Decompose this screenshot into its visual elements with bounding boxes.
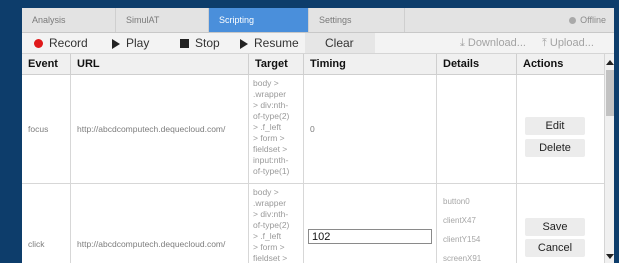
event-cell: focus	[22, 75, 71, 183]
download-icon: ⤓	[460, 37, 465, 50]
stop-label: Stop	[195, 36, 220, 50]
event-value: click	[28, 239, 45, 249]
url-value: http://abcdcomputech.dequecloud.com/	[77, 124, 226, 134]
details-cell	[437, 75, 517, 183]
stop-icon	[180, 39, 189, 49]
toolbar: Record Play Stop Resume Clear ⤓ Download.…	[22, 33, 614, 54]
record-button[interactable]: Record	[34, 33, 88, 53]
upload-label: Upload...	[549, 37, 594, 49]
download-label: Download...	[467, 37, 526, 49]
play-label: Play	[126, 36, 150, 50]
scroll-up-icon[interactable]	[606, 60, 614, 65]
tab-scripting[interactable]: Scripting	[209, 8, 309, 32]
tab-analysis[interactable]: Analysis	[22, 8, 116, 32]
download-button[interactable]: ⤓ Download...	[460, 33, 526, 53]
url-value: http://abcdcomputech.dequecloud.com/	[77, 239, 226, 249]
detail-button: button0	[443, 197, 470, 206]
col-actions: Actions	[523, 58, 564, 70]
record-icon	[34, 39, 43, 49]
table-row: click http://abcdcomputech.dequecloud.co…	[22, 184, 604, 263]
delete-button[interactable]: Delete	[525, 139, 585, 157]
recorder-panel: Analysis SimulAT Scripting Settings Offl…	[22, 8, 614, 263]
url-cell: http://abcdcomputech.dequecloud.com/	[71, 75, 249, 183]
offline-status: Offline	[569, 8, 606, 32]
event-cell: click	[22, 184, 71, 263]
detail-clienty: clientY154	[443, 235, 481, 244]
status-dot-icon	[569, 17, 577, 24]
actions-cell: Save Cancel	[517, 184, 604, 263]
actions-cell: Edit Delete	[517, 75, 604, 183]
tab-settings[interactable]: Settings	[309, 8, 405, 32]
timing-input[interactable]	[308, 229, 432, 244]
details-cell: button0 clientX47 clientY154 screenX91	[437, 184, 517, 263]
tab-simulat[interactable]: SimulAT	[116, 8, 209, 32]
resume-label: Resume	[254, 36, 299, 50]
tab-bar: Analysis SimulAT Scripting Settings Offl…	[22, 8, 614, 33]
target-cell: body > .wrapper > div:nth- of-type(2) > …	[249, 184, 304, 263]
play-icon	[112, 38, 120, 49]
clear-button[interactable]: Clear	[305, 33, 375, 53]
timing-value: 0	[310, 124, 315, 134]
save-button[interactable]: Save	[525, 218, 585, 236]
url-cell: http://abcdcomputech.dequecloud.com/	[71, 184, 249, 263]
stop-button[interactable]: Stop	[180, 33, 220, 53]
col-target: Target	[249, 54, 304, 74]
status-label: Offline	[580, 15, 606, 25]
upload-button[interactable]: ⤒ Upload...	[542, 33, 594, 53]
col-event: Event	[22, 54, 71, 74]
table-header: Event URL Target Timing Details Actions	[22, 54, 604, 75]
col-details: Details	[437, 54, 517, 74]
cancel-button[interactable]: Cancel	[525, 239, 585, 257]
edit-button[interactable]: Edit	[525, 117, 585, 135]
col-timing: Timing	[304, 54, 437, 74]
col-url: URL	[71, 54, 249, 74]
target-cell: body > .wrapper > div:nth- of-type(2) > …	[249, 75, 304, 183]
timing-cell: 0	[304, 75, 437, 183]
resume-button[interactable]: Resume	[240, 33, 299, 53]
detail-clientx: clientX47	[443, 216, 476, 225]
event-value: focus	[28, 124, 49, 134]
scroll-down-icon[interactable]	[606, 254, 614, 259]
scroll-thumb[interactable]	[606, 70, 614, 116]
detail-screenx: screenX91	[443, 254, 482, 263]
upload-icon: ⤒	[542, 37, 547, 50]
play-button[interactable]: Play	[112, 33, 149, 53]
record-label: Record	[49, 36, 88, 50]
resume-icon	[240, 38, 248, 49]
table-row: focus http://abcdcomputech.dequecloud.co…	[22, 75, 604, 184]
clear-label: Clear	[325, 36, 354, 50]
vertical-scrollbar[interactable]	[604, 54, 614, 263]
timing-cell	[304, 184, 437, 263]
